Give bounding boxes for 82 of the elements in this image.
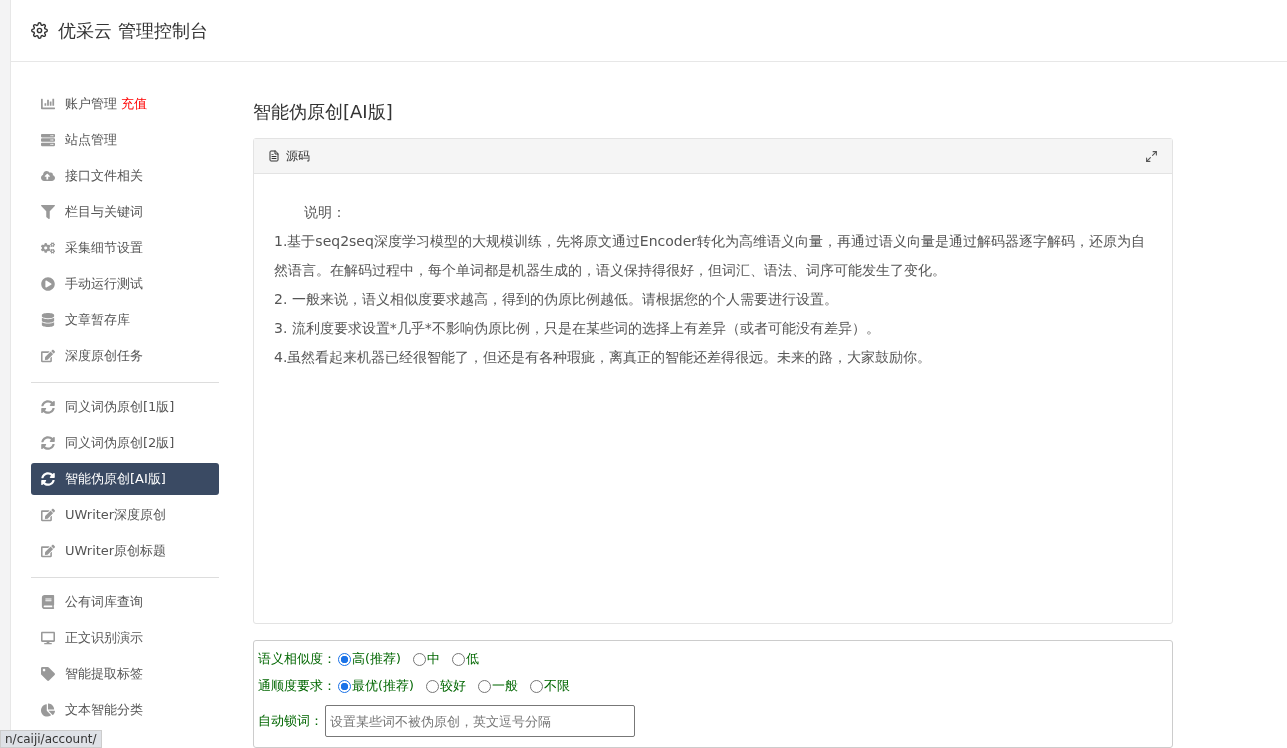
refresh-icon [41,436,55,450]
sidebar-item[interactable]: 站点管理 [31,124,219,156]
sidebar-item-label: 文本智能分类 [65,701,143,719]
sidebar-item[interactable]: 智能提取标签 [31,658,219,690]
sidebar-item[interactable]: 手动运行测试 [31,268,219,300]
radio-button[interactable] [338,653,351,666]
description-paragraph: 2. 一般来说，语义相似度要求越高，得到的伪原比例越低。请根据您的个人需要进行设置。 [274,290,839,309]
sidebar-item[interactable]: 文本智能分类 [31,694,219,726]
sidebar-item[interactable]: 智能伪原创[AI版] [31,463,219,495]
sidebar-item[interactable]: 栏目与关键词 [31,196,219,228]
gears-icon [41,241,55,255]
sidebar-item[interactable]: 同义词伪原创[1版] [31,391,219,423]
console-title: 优采云 管理控制台 [58,18,208,43]
sidebar-item[interactable]: 深度原创任务 [31,340,219,372]
sidebar-item-label: 站点管理 [65,131,117,149]
sidebar-item-label: 正文识别演示 [65,629,143,647]
monitor-icon [41,631,55,645]
sidebar-item[interactable]: 正文识别演示 [31,622,219,654]
sidebar-item[interactable]: 文章暂存库 [31,304,219,336]
radio-button[interactable] [412,653,426,666]
description-paragraph: 1.基于seq2seq深度学习模型的大规模训练，先将原文通过Encoder转化为高维语义向量，再通过语义向量是通过解码器逐字解码，还原为自然语言。在解码过程中，每个单词都是机器生成的，语义保持得很好，但词汇、语法、词序可能发生了变化。 [274,232,1147,280]
radio-label: 中 [426,651,440,668]
page-title: 智能伪原创[AI版] [253,100,394,124]
file-code-icon [268,150,280,162]
lock-words-field[interactable]: 设置某些词不被伪原创，英文逗号分隔 [325,705,635,737]
radio-label: 较好 [439,678,466,695]
radio-button[interactable] [338,680,351,693]
edit-icon [41,349,55,363]
field-label: 语义相似度： [258,651,336,668]
field-label: 通顺度要求： [258,678,336,695]
status-url: n/caiji/account/ [0,730,102,748]
sidebar-item-label: 栏目与关键词 [65,203,143,221]
recharge-link[interactable]: 充值 [121,96,147,111]
radio-button[interactable] [529,680,543,693]
description-paragraph: 3. 流利度要求设置*几乎*不影响伪原比例，只是在某些词的选择上有差异（或者可能没有差异）。 [274,319,881,338]
radio-button[interactable] [477,680,491,693]
play-icon [41,277,55,291]
refresh-icon [41,400,55,414]
edit-icon [41,544,55,558]
sidebar-item-label: 文章暂存库 [65,311,130,329]
filter-icon [41,205,55,219]
sidebar-item-label: 采集细节设置 [65,239,143,257]
refresh-icon [41,472,55,486]
sidebar-item-label: 深度原创任务 [65,347,143,365]
maximize-icon[interactable] [1145,149,1158,163]
radio-label: 不限 [543,678,570,695]
sidebar-item[interactable]: 接口文件相关 [31,160,219,192]
sidebar-item-label: 智能伪原创[AI版] [65,470,166,488]
sidebar-item-label: 接口文件相关 [65,167,143,185]
field-label: 自动锁词： [258,712,323,730]
sidebar-item-label: 同义词伪原创[2版] [65,434,175,452]
sidebar-item[interactable]: UWriter原创标题 [31,535,219,567]
sidebar-item-label: UWriter原创标题 [65,542,167,560]
sidebar-item-label: UWriter深度原创 [65,506,167,524]
cloud-upload-icon [41,169,55,183]
database-icon [41,313,55,327]
tag-icon [41,667,55,681]
sidebar-item[interactable]: UWriter深度原创 [31,499,219,531]
bar-chart-icon [41,97,55,111]
description-paragraph: 4.虽然看起来机器已经很智能了，但还是有各种瑕疵，离真正的智能还差得很远。未来的路，大家鼓励你。 [274,348,933,367]
radio-button[interactable] [451,653,465,666]
source-tab[interactable]: 源码 [268,147,310,165]
sidebar-item-label: 账户管理 充值 [65,95,147,113]
sidebar-item-label: 同义词伪原创[1版] [65,398,175,416]
pie-chart-icon [41,703,55,717]
edit-icon [41,508,55,522]
sidebar-item-label: 手动运行测试 [65,275,143,293]
settings-icon [31,22,48,39]
radio-label: 低 [465,651,479,668]
sidebar-item-label: 智能提取标签 [65,665,143,683]
sidebar-item[interactable]: 采集细节设置 [31,232,219,264]
radio-button[interactable] [425,680,439,693]
radio-label: 一般 [491,678,518,695]
sidebar-item[interactable]: 账户管理 充值 [31,88,219,120]
radio-label: 高(推荐) [352,651,401,668]
book-icon [41,595,55,609]
radio-label: 最优(推荐) [352,678,414,695]
sidebar-item-label: 公有词库查询 [65,593,143,611]
description-paragraph: 说明： [303,203,347,222]
sidebar-item[interactable]: 公有词库查询 [31,586,219,618]
sidebar-item[interactable]: 同义词伪原创[2版] [31,427,219,459]
server-icon [41,133,55,147]
